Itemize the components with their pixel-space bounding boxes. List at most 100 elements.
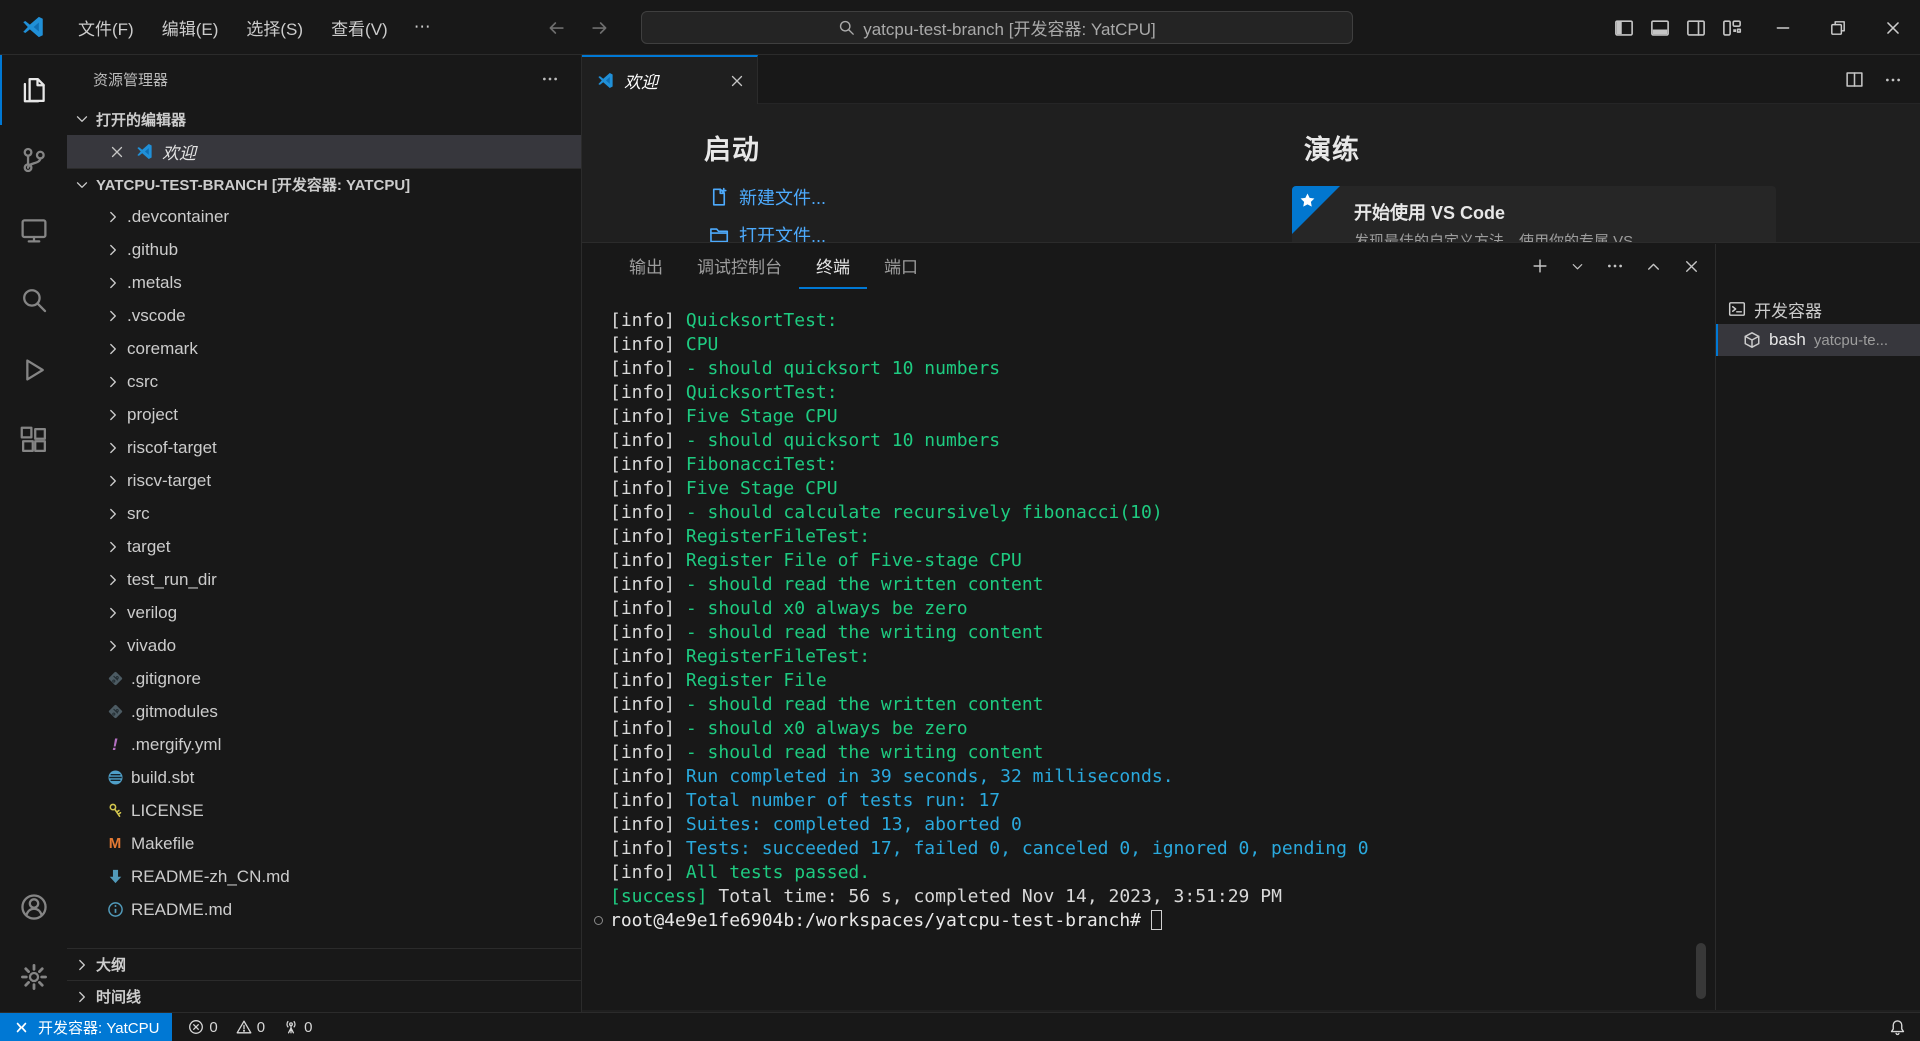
split-editor-icon[interactable]	[1845, 70, 1864, 89]
terminal-group-dev-container[interactable]: 开发容器	[1716, 294, 1920, 324]
tab-label: 欢迎	[624, 68, 720, 93]
toggle-secondary-sidebar-icon[interactable]	[1686, 18, 1706, 38]
tree-file-README-zh_CN.md[interactable]: README-zh_CN.md	[67, 860, 581, 893]
info-file-icon	[105, 900, 125, 920]
tree-folder-vivado[interactable]: vivado	[67, 629, 581, 662]
close-window-button[interactable]	[1865, 0, 1920, 55]
chevron-right-icon	[105, 572, 121, 588]
chevron-right-icon	[105, 638, 121, 654]
nav-forward-icon[interactable]	[590, 18, 610, 38]
close-tab-icon[interactable]	[729, 73, 745, 89]
explorer-icon	[20, 76, 48, 104]
menu-view[interactable]: 查看(V)	[317, 9, 402, 46]
title-bar: 文件(F)编辑(E)选择(S)查看(V) ⋯ yatcpu-test-branc…	[0, 0, 1920, 55]
terminal-scrollbar[interactable]	[1696, 943, 1706, 999]
panel-tab-终端[interactable]: 终端	[799, 243, 867, 289]
tree-folder-csrc[interactable]: csrc	[67, 365, 581, 398]
panel-more-actions-icon[interactable]	[1606, 257, 1624, 275]
activity-bar	[0, 55, 67, 1012]
tree-file-.gitmodules[interactable]: .gitmodules	[67, 695, 581, 728]
welcome-link-new-file[interactable]: 新建文件...	[709, 184, 826, 210]
tree-file-.mergify.yml[interactable]: !.mergify.yml	[67, 728, 581, 761]
terminal-item-bash[interactable]: bash yatcpu-te...	[1716, 324, 1920, 356]
panel-tab-端口[interactable]: 端口	[867, 243, 935, 289]
sbt-file-icon	[107, 769, 124, 786]
activity-run-and-debug[interactable]	[0, 335, 67, 405]
terminal-line-tag: [info]	[610, 622, 675, 643]
terminal-dropdown-icon[interactable]	[1570, 259, 1585, 274]
workspace-root-section[interactable]: YATCPU-TEST-BRANCH [开发容器: YATCPU]	[67, 168, 581, 200]
welcome-link-label: 打开文件...	[739, 222, 826, 242]
welcome-link-open-file[interactable]: 打开文件...	[709, 222, 826, 242]
menu-file[interactable]: 文件(F)	[64, 9, 148, 46]
tree-file-LICENSE[interactable]: LICENSE	[67, 794, 581, 827]
customize-layout-icon[interactable]	[1722, 18, 1742, 38]
maximize-panel-icon[interactable]	[1645, 258, 1662, 275]
terminal-line: [info] Five Stage CPU	[610, 405, 1369, 429]
open-editor-label: 欢迎	[162, 139, 196, 164]
new-terminal-icon[interactable]	[1531, 257, 1549, 275]
terminal-output[interactable]: [info] QuicksortTest:[info] CPU[info] - …	[610, 309, 1369, 933]
activity-manage[interactable]	[0, 942, 67, 1012]
warning-count: 0	[257, 1019, 265, 1036]
activity-search[interactable]	[0, 265, 67, 335]
menu-edit[interactable]: 编辑(E)	[148, 9, 233, 46]
tab-welcome[interactable]: 欢迎	[582, 55, 758, 104]
ports-indicator[interactable]: 0	[283, 1019, 312, 1036]
manage-icon	[20, 963, 48, 991]
tree-folder-verilog[interactable]: verilog	[67, 596, 581, 629]
explorer-actions-icon[interactable]	[541, 70, 559, 88]
menu-selection[interactable]: 选择(S)	[232, 9, 317, 46]
editor-more-actions-icon[interactable]	[1884, 71, 1902, 89]
terminal-line-tag: [info]	[610, 814, 675, 835]
tree-folder-target[interactable]: target	[67, 530, 581, 563]
tree-folder-coremark[interactable]: coremark	[67, 332, 581, 365]
tree-folder-test_run_dir[interactable]: test_run_dir	[67, 563, 581, 596]
terminal-line: [info] RegisterFileTest:	[610, 525, 1369, 549]
tree-file-build.sbt[interactable]: build.sbt	[67, 761, 581, 794]
close-panel-icon[interactable]	[1683, 258, 1700, 275]
tree-folder-.github[interactable]: .github	[67, 233, 581, 266]
terminal-line: [info] - should read the written content	[610, 693, 1369, 717]
open-editors-section[interactable]: 打开的编辑器	[67, 103, 581, 135]
tree-folder-riscv-target[interactable]: riscv-target	[67, 464, 581, 497]
problems-indicator[interactable]: 0 0	[188, 1019, 265, 1036]
command-center-search[interactable]: yatcpu-test-branch [开发容器: YatCPU]	[641, 11, 1353, 44]
activity-remote-explorer[interactable]	[0, 195, 67, 265]
terminal-line-text: RegisterFileTest:	[675, 646, 870, 667]
tree-folder-project[interactable]: project	[67, 398, 581, 431]
ports-count: 0	[304, 1019, 312, 1036]
activity-extensions[interactable]	[0, 405, 67, 475]
tree-file-.gitignore[interactable]: .gitignore	[67, 662, 581, 695]
timeline-section[interactable]: 时间线	[67, 980, 581, 1012]
tree-folder-.vscode[interactable]: .vscode	[67, 299, 581, 332]
activity-explorer[interactable]	[0, 55, 67, 125]
restore-button[interactable]	[1810, 0, 1865, 55]
remote-indicator[interactable]: 开发容器: YatCPU	[0, 1013, 172, 1041]
walkthrough-card-get-started[interactable]: 开始使用 VS Code 发现最佳的自定义方法，使用你的专属 VS	[1292, 186, 1776, 242]
terminal-line-tag: [info]	[610, 574, 675, 595]
new-file-icon	[709, 187, 729, 207]
activity-accounts[interactable]	[0, 872, 67, 942]
nav-back-icon[interactable]	[546, 18, 566, 38]
menubar-more-button[interactable]: ⋯	[402, 11, 443, 43]
tree-folder-src[interactable]: src	[67, 497, 581, 530]
minimize-button[interactable]	[1755, 0, 1810, 55]
tree-file-Makefile[interactable]: MMakefile	[67, 827, 581, 860]
tree-file-README.md[interactable]: README.md	[67, 893, 581, 926]
panel-tab-输出[interactable]: 输出	[612, 243, 680, 289]
tree-folder-riscof-target[interactable]: riscof-target	[67, 431, 581, 464]
outline-section[interactable]: 大纲	[67, 948, 581, 980]
open-editor-welcome[interactable]: 欢迎	[67, 135, 581, 168]
tree-folder-.devcontainer[interactable]: .devcontainer	[67, 200, 581, 233]
panel-tab-调试控制台[interactable]: 调试控制台	[680, 243, 799, 289]
bell-icon[interactable]	[1889, 1019, 1906, 1036]
activity-source-control[interactable]	[0, 125, 67, 195]
tree-folder-.metals[interactable]: .metals	[67, 266, 581, 299]
toggle-sidebar-icon[interactable]	[1614, 18, 1634, 38]
toggle-panel-icon[interactable]	[1650, 18, 1670, 38]
close-editor-icon[interactable]	[109, 144, 125, 160]
terminal-line-tag: [info]	[610, 526, 675, 547]
terminal-line-tag: [info]	[610, 718, 675, 739]
terminal-line: [info] CPU	[610, 333, 1369, 357]
